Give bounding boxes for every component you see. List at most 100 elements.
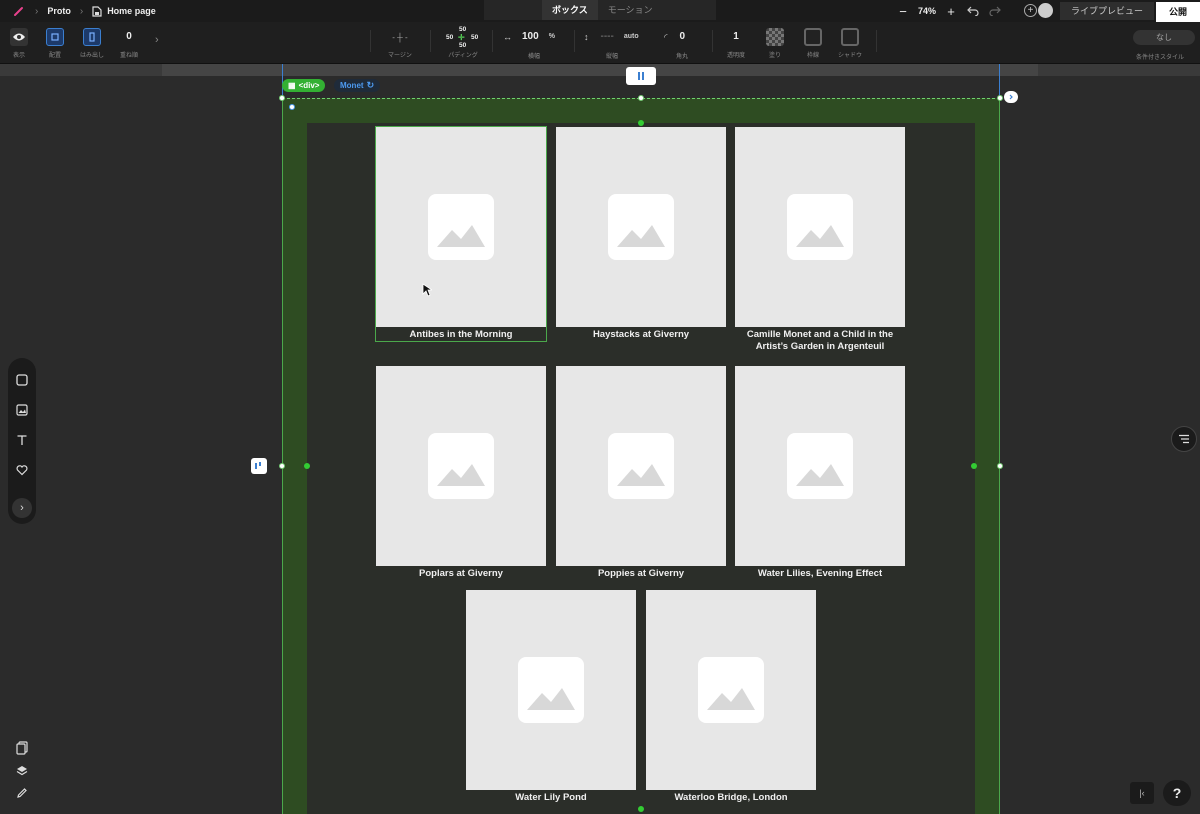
shadow-tool[interactable]: シャドウ <box>838 28 862 59</box>
resize-handle[interactable] <box>997 463 1003 469</box>
redo-icon[interactable] <box>988 4 1002 18</box>
chevron-right-icon: › <box>79 5 84 17</box>
zoom-in-button[interactable]: + <box>944 4 958 19</box>
overflow-tool[interactable]: はみ出し <box>80 28 104 59</box>
arrange-tool[interactable]: 配置 <box>46 28 64 59</box>
tab-box[interactable]: ボックス <box>542 0 598 20</box>
pages-icon[interactable] <box>14 740 30 756</box>
stack-value: 0 <box>126 31 132 42</box>
margin-icon: - ┼ - <box>392 32 408 42</box>
chevron-right-icon[interactable]: › <box>155 34 159 46</box>
artwork-card[interactable]: Camille Monet and a Child in the Artist’… <box>735 127 905 353</box>
text-tool-icon[interactable] <box>14 432 30 448</box>
image-icon <box>518 657 584 723</box>
image-placeholder[interactable] <box>646 590 816 790</box>
padding-top[interactable]: 50 <box>459 26 466 33</box>
image-placeholder[interactable] <box>556 366 726 566</box>
padding-bottom[interactable]: 50 <box>459 42 466 49</box>
artwork-card[interactable]: Waterloo Bridge, London <box>646 590 816 804</box>
image-icon <box>787 194 853 260</box>
breadcrumb-page[interactable]: Home page <box>92 5 156 17</box>
origin-handle[interactable] <box>289 104 295 110</box>
resize-handle[interactable] <box>279 463 285 469</box>
height-tool[interactable]: ↕ ---- auto <box>584 28 639 46</box>
border-tool[interactable]: 枠線 <box>804 28 822 59</box>
image-placeholder[interactable] <box>376 366 546 566</box>
opacity-label: 透明度 <box>727 53 746 59</box>
padding-handle[interactable] <box>638 120 644 126</box>
image-tool-icon[interactable] <box>14 402 30 418</box>
artwork-card[interactable]: Antibes in the Morning <box>375 126 547 342</box>
display-tool[interactable]: 表示 <box>10 28 28 59</box>
ruler-page-area <box>162 64 1038 76</box>
image-placeholder[interactable] <box>376 127 546 327</box>
fill-label: 塗り <box>768 53 781 59</box>
height-value[interactable]: ---- <box>601 28 614 46</box>
width-tool[interactable]: ↔ 100 % <box>503 28 555 46</box>
component-chip[interactable]: Monet ↻ <box>334 79 381 92</box>
resize-handle[interactable] <box>279 95 285 101</box>
undo-icon[interactable] <box>966 4 980 18</box>
padding-box: 50 50 ✛ 50 50 <box>444 26 482 49</box>
image-placeholder[interactable] <box>466 590 636 790</box>
width-value[interactable]: 100 <box>522 28 539 46</box>
expand-icon[interactable] <box>1004 91 1018 103</box>
edit-pencil-icon[interactable] <box>14 785 30 801</box>
padding-right[interactable]: 50 <box>471 34 478 41</box>
resize-handle[interactable] <box>997 95 1003 101</box>
layers-icon[interactable] <box>14 763 30 779</box>
pen-logo-icon[interactable] <box>12 4 26 18</box>
artwork-card[interactable]: Haystacks at Giverny <box>556 127 726 341</box>
divider <box>574 30 575 52</box>
margin-tool[interactable]: - ┼ - マージン <box>386 28 414 60</box>
chevron-right-icon[interactable]: › <box>12 498 32 518</box>
image-icon <box>608 433 674 499</box>
heart-icon[interactable] <box>14 462 30 478</box>
tab-motion[interactable]: モーション <box>598 0 663 20</box>
width-unit[interactable]: % <box>549 28 555 46</box>
padding-left[interactable]: 50 <box>446 34 453 41</box>
breadcrumb-project[interactable]: Proto <box>47 6 71 16</box>
image-placeholder[interactable] <box>735 127 905 327</box>
layout-toggle-icon[interactable] <box>626 67 656 85</box>
padding-tool[interactable]: 50 50 ✛ 50 50 パディング <box>444 26 482 59</box>
padding-handle[interactable] <box>304 463 310 469</box>
artwork-card[interactable]: Poplars at Giverny <box>376 366 546 580</box>
height-unit[interactable]: auto <box>624 28 639 46</box>
live-preview-button[interactable]: ライブプレビュー <box>1060 2 1154 20</box>
layout-side-icon[interactable] <box>251 458 267 474</box>
guide-line <box>999 64 1000 98</box>
image-icon <box>428 433 494 499</box>
radius-tool[interactable]: ◜ 0 <box>664 28 685 46</box>
image-placeholder[interactable] <box>556 127 726 327</box>
page-icon <box>92 5 102 17</box>
artwork-card[interactable]: Water Lily Pond <box>466 590 636 804</box>
padding-handle[interactable] <box>638 806 644 812</box>
publish-button[interactable]: 公開 <box>1156 2 1200 22</box>
element-tag-chip[interactable]: ▦ <div> <box>282 79 326 92</box>
properties-panel-toggle-icon[interactable] <box>1171 426 1197 452</box>
help-button[interactable]: ? <box>1163 780 1191 806</box>
zoom-out-button[interactable]: − <box>896 4 910 19</box>
opacity-value[interactable]: 1 <box>733 28 739 46</box>
padding-handle[interactable] <box>971 463 977 469</box>
conditional-style-button[interactable]: なし <box>1133 30 1195 45</box>
resize-handle[interactable] <box>638 95 644 101</box>
image-placeholder[interactable] <box>735 366 905 566</box>
box-tool-icon[interactable] <box>14 372 30 388</box>
opacity-tool[interactable]: 1 透明度 <box>727 28 745 59</box>
artwork-card[interactable]: Water Lilies, Evening Effect <box>735 366 905 580</box>
stack-order-tool[interactable]: 0 重ね順 <box>120 28 138 59</box>
artwork-caption: Antibes in the Morning <box>409 329 513 340</box>
style-toolbar: 表示 配置 はみ出し 0 重ね順 › - ┼ - マージン 50 50 ✛ 50… <box>0 22 1200 64</box>
radius-value[interactable]: 0 <box>680 28 686 46</box>
artwork-card[interactable]: Poppies at Giverny <box>556 366 726 580</box>
radius-label: 角丸 <box>676 54 689 60</box>
ruler <box>0 64 1200 76</box>
divider <box>876 30 877 52</box>
collapse-icon[interactable]: |‹ <box>1130 782 1154 804</box>
add-collaborator-icon[interactable]: + <box>1024 4 1037 17</box>
avatar[interactable] <box>1038 3 1053 18</box>
insert-panel: › <box>8 358 36 524</box>
fill-tool[interactable]: 塗り <box>766 28 784 59</box>
